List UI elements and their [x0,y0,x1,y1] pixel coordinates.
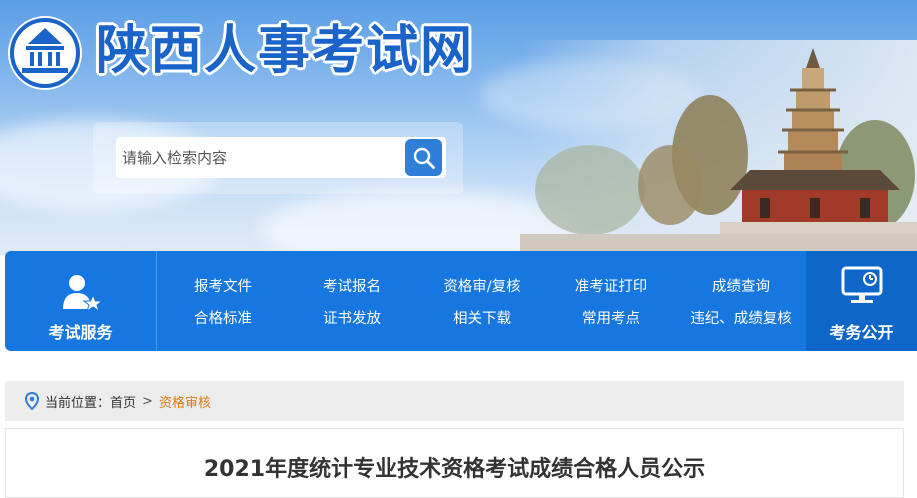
pagoda-logo-icon[interactable] [6,14,84,92]
exam-affairs-public-label: 考务公开 [829,323,894,342]
monitor-icon [841,266,882,303]
search-icon [413,147,435,169]
menu-item-exam-documents[interactable]: 报考文件 [158,275,288,296]
breadcrumb-prefix: 当前位置： [45,395,111,411]
breadcrumb-home-link[interactable]: 首页 [110,392,136,411]
search-button[interactable] [405,139,442,176]
menu-item-qualification-review[interactable]: 资格审/复核 [417,275,547,296]
exam-affairs-public-section[interactable]: 考务公开 [806,251,917,351]
site-title[interactable]: 陕西人事考试网 [96,18,474,84]
search-input[interactable] [122,137,402,178]
main-navigation: 考试服务 报考文件 考试报名 资格审/复核 准考证打印 成绩查询 合格标准 证书… [5,251,917,351]
search-box [116,137,446,178]
menu-item-certificate-issue[interactable]: 证书发放 [287,307,417,328]
menu-item-exam-sites[interactable]: 常用考点 [546,307,676,328]
breadcrumb: 当前位置： 首页 > 资格审核 [5,381,904,421]
menu-item-admission-ticket[interactable]: 准考证打印 [546,275,676,296]
breadcrumb-separator: > [142,393,153,409]
menu-item-downloads[interactable]: 相关下载 [417,307,547,328]
user-service-icon [62,275,103,313]
menu-item-violation-review[interactable]: 违纪、成绩复核 [676,307,806,328]
exam-service-label: 考试服务 [48,323,113,342]
breadcrumb-current-link[interactable]: 资格审核 [159,392,211,411]
article-title: 2021年度统计专业技术资格考试成绩合格人员公示 [203,457,706,482]
exam-service-section[interactable]: 考试服务 [5,251,157,351]
pagoda-scenery-image [520,40,917,255]
location-pin-icon [25,392,39,410]
menu-item-score-query[interactable]: 成绩查询 [676,275,806,296]
menu-item-pass-standard[interactable]: 合格标准 [158,307,288,328]
header-banner: 陕西人事考试网 [0,0,917,255]
menu-item-registration[interactable]: 考试报名 [287,275,417,296]
